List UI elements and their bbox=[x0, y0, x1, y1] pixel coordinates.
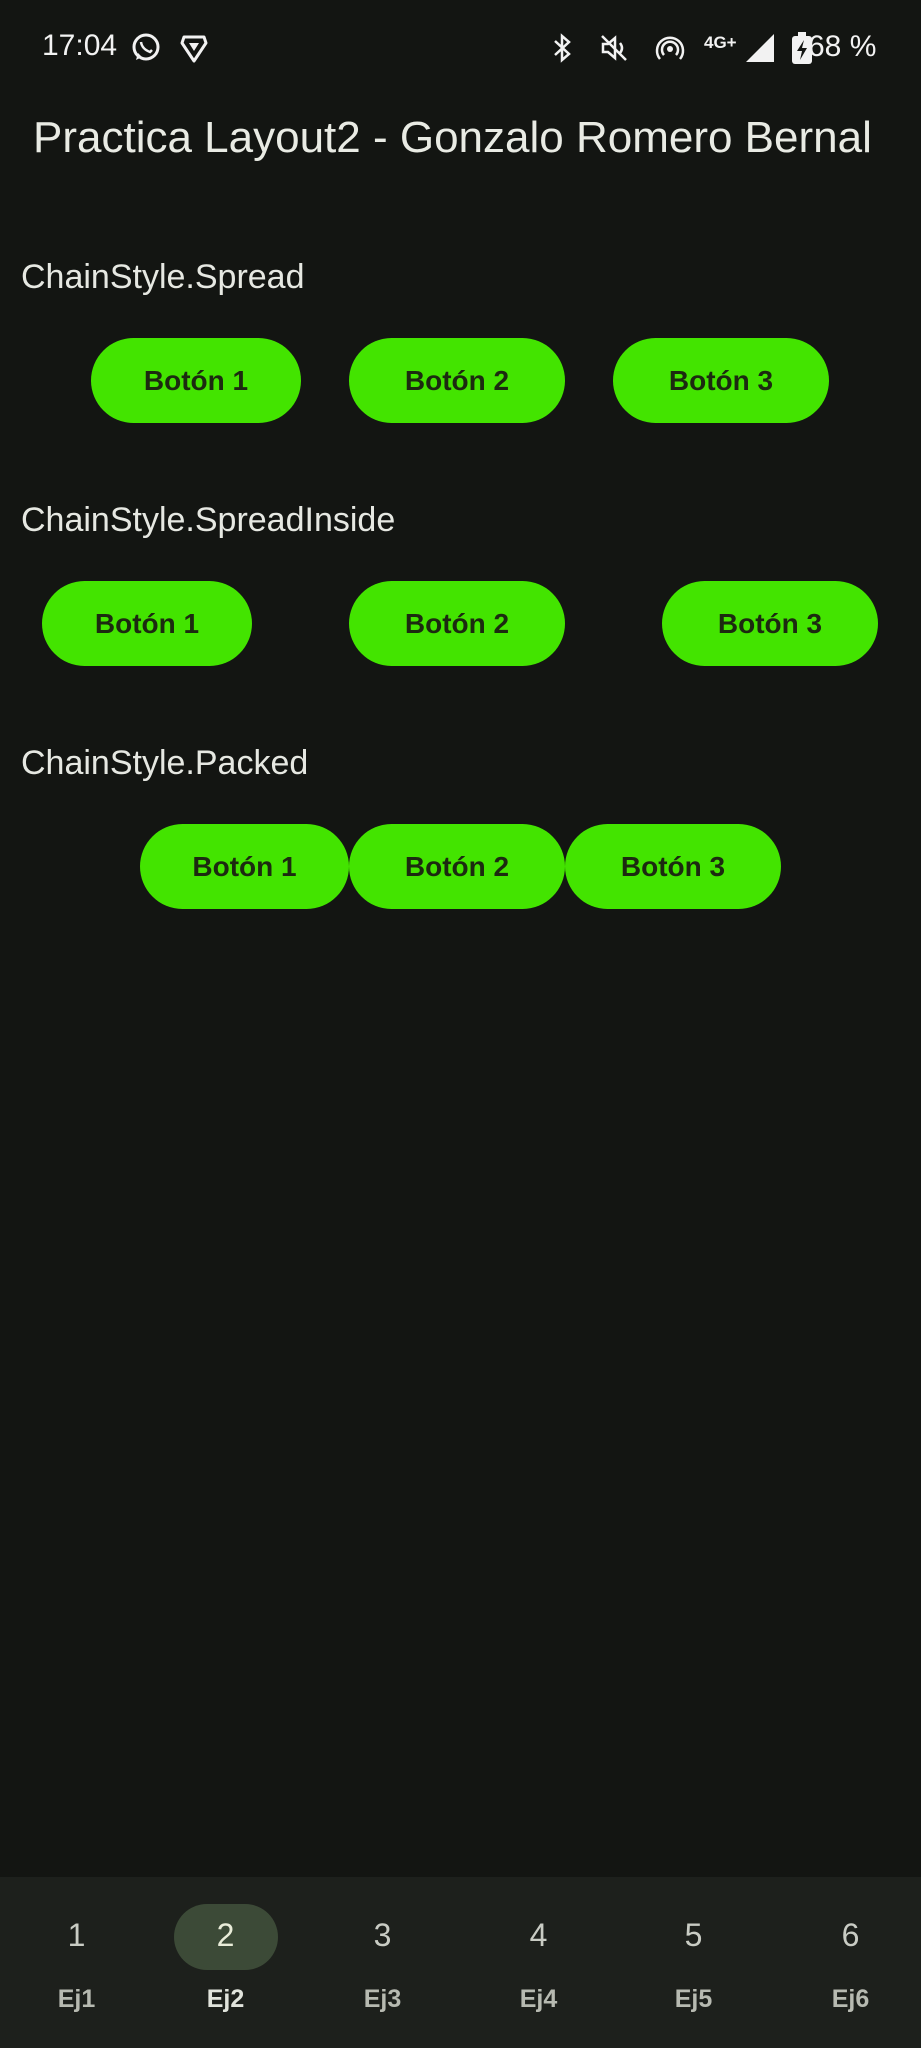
nav-item-ej6[interactable]: 6 Ej6 bbox=[774, 1877, 921, 2048]
nav-item-ej1[interactable]: 1 Ej1 bbox=[0, 1877, 153, 2048]
nav-item-ej3[interactable]: 3 Ej3 bbox=[306, 1877, 459, 2048]
section-label-spread-inside: ChainStyle.SpreadInside bbox=[21, 501, 396, 539]
nav-number: 5 bbox=[684, 1917, 703, 1953]
spread-inside-button-2[interactable]: Botón 2 bbox=[349, 581, 565, 666]
battery-percent: 68 % bbox=[808, 30, 877, 63]
spread-inside-button-3[interactable]: Botón 3 bbox=[662, 581, 878, 666]
bluetooth-icon bbox=[554, 33, 571, 63]
nav-label: Ej6 bbox=[831, 1985, 870, 2013]
section-label-packed: ChainStyle.Packed bbox=[21, 744, 309, 782]
nav-number: 2 bbox=[216, 1917, 235, 1953]
nav-label: Ej5 bbox=[674, 1985, 713, 2013]
signal-icon bbox=[746, 34, 774, 62]
network-type: 4G+ bbox=[704, 33, 737, 52]
nav-label: Ej2 bbox=[206, 1985, 245, 2013]
nav-item-ej5[interactable]: 5 Ej5 bbox=[617, 1877, 770, 2048]
nav-number: 1 bbox=[67, 1917, 86, 1953]
nav-number: 3 bbox=[373, 1917, 392, 1953]
nav-label: Ej4 bbox=[519, 1985, 558, 2013]
bottom-navigation: 1 Ej1 2 Ej2 3 Ej3 4 Ej4 5 Ej5 6 Ej6 bbox=[0, 1877, 921, 2048]
page-title: Practica Layout2 - Gonzalo Romero Bernal bbox=[33, 113, 872, 162]
nav-label: Ej3 bbox=[363, 1985, 402, 2013]
spread-button-2[interactable]: Botón 2 bbox=[349, 338, 565, 423]
spread-inside-button-1[interactable]: Botón 1 bbox=[42, 581, 252, 666]
status-bar: 17:04 4G+ 68 % bbox=[0, 0, 921, 100]
status-time: 17:04 bbox=[42, 29, 118, 62]
nav-label: Ej1 bbox=[57, 1985, 96, 2013]
section-label-spread: ChainStyle.Spread bbox=[21, 258, 305, 296]
spread-button-3[interactable]: Botón 3 bbox=[613, 338, 829, 423]
whatsapp-icon bbox=[132, 33, 160, 61]
nav-item-ej2[interactable]: 2 Ej2 bbox=[149, 1877, 302, 2048]
nav-number: 6 bbox=[841, 1917, 860, 1953]
nav-item-ej4[interactable]: 4 Ej4 bbox=[462, 1877, 615, 2048]
packed-button-1[interactable]: Botón 1 bbox=[140, 824, 349, 909]
mute-icon bbox=[601, 35, 627, 61]
packed-button-3[interactable]: Botón 3 bbox=[565, 824, 781, 909]
packed-button-2[interactable]: Botón 2 bbox=[349, 824, 565, 909]
spread-button-1[interactable]: Botón 1 bbox=[91, 338, 301, 423]
nav-number: 4 bbox=[529, 1917, 548, 1953]
brave-icon bbox=[180, 35, 208, 63]
hotspot-icon bbox=[655, 36, 685, 60]
